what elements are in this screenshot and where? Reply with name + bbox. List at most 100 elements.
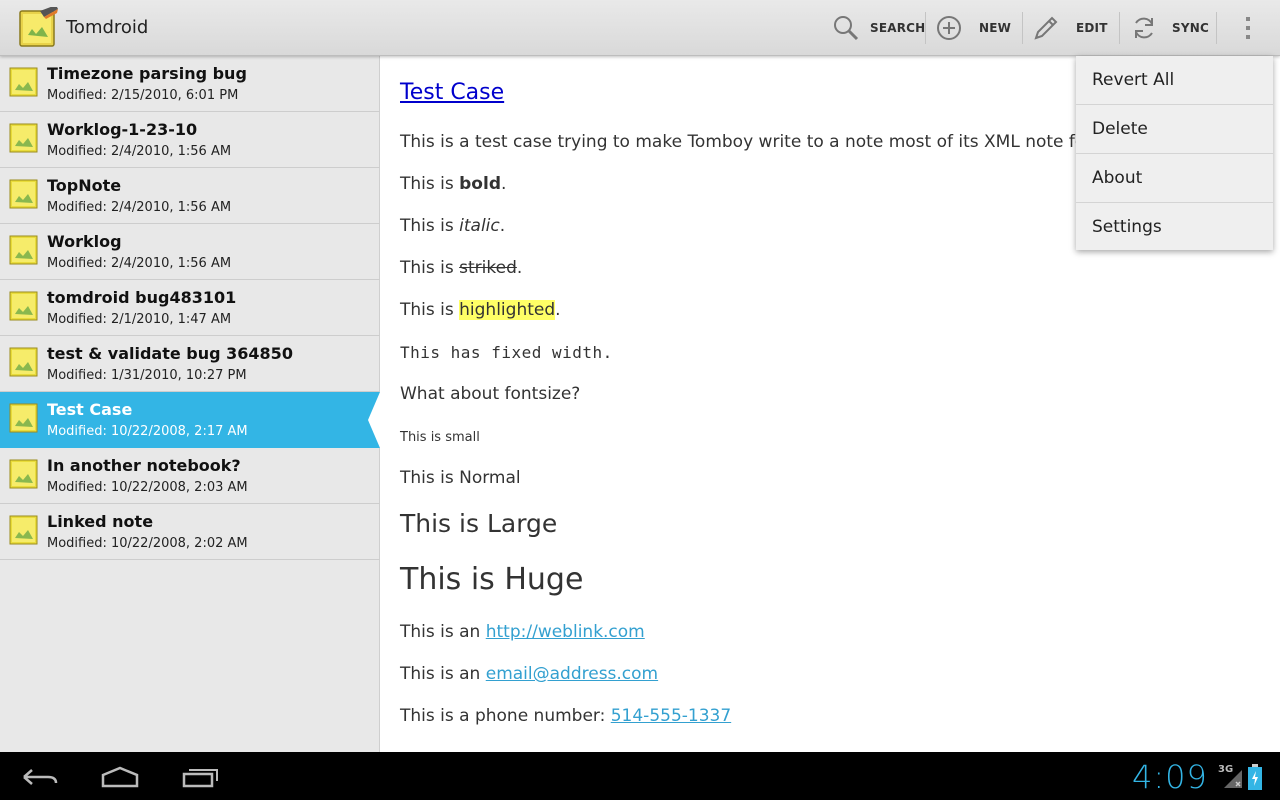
fontsize-question: What about fontsize?: [400, 384, 581, 404]
italic-line: This is italic.: [400, 216, 505, 236]
text: .: [555, 300, 561, 320]
overflow-menu-button[interactable]: [1236, 0, 1260, 56]
strike-line: This is striked.: [400, 258, 522, 278]
note-title: TopNote: [47, 176, 122, 195]
text: This is an: [400, 664, 486, 684]
new-button[interactable]: NEW: [936, 0, 1011, 56]
sync-icon: [1135, 17, 1153, 39]
note-title: Test Case: [47, 400, 133, 419]
strike-text: striked: [459, 258, 517, 278]
list-item[interactable]: Timezone parsing bug Modified: 2/15/2010…: [0, 56, 380, 112]
phone-line: This is a phone number: 514-555-1337: [400, 706, 731, 726]
search-icon: [834, 16, 859, 41]
weblink-line: This is an http://weblink.com: [400, 622, 645, 642]
list-item[interactable]: TopNote Modified: 2/4/2010, 1:56 AM: [0, 168, 380, 224]
home-icon[interactable]: [101, 766, 139, 788]
text: This is: [400, 258, 460, 278]
note-title: Timezone parsing bug: [47, 64, 247, 83]
note-icon: [9, 291, 38, 321]
overflow-dots-icon: [1246, 17, 1250, 39]
list-item[interactable]: tomdroid bug483101 Modified: 2/1/2010, 1…: [0, 280, 380, 336]
clock: 4:09: [1132, 758, 1208, 796]
text: This is an: [400, 622, 486, 642]
email-line: This is an email@address.com: [400, 664, 658, 684]
list-item[interactable]: Worklog-1-23-10 Modified: 2/4/2010, 1:56…: [0, 112, 380, 168]
note-modified: Modified: 10/22/2008, 2:17 AM: [47, 424, 248, 439]
add-icon: [937, 16, 961, 40]
normal-text: This is Normal: [400, 468, 521, 488]
note-title: tomdroid bug483101: [47, 288, 237, 307]
note-title: test & validate bug 364850: [47, 344, 293, 363]
note-modified: Modified: 10/22/2008, 2:02 AM: [47, 536, 248, 551]
list-item[interactable]: Linked note Modified: 10/22/2008, 2:02 A…: [0, 504, 380, 560]
large-text: This is Large: [400, 509, 558, 538]
phone-link[interactable]: 514-555-1337: [611, 706, 731, 726]
search-label: SEARCH: [870, 21, 926, 35]
signal-icon: [1224, 770, 1242, 788]
menu-item-delete[interactable]: Delete: [1076, 105, 1273, 154]
app-title: Tomdroid: [66, 17, 149, 38]
note-title: In another notebook?: [47, 456, 241, 475]
divider: [1216, 12, 1217, 44]
menu-item-revert-all[interactable]: Revert All: [1076, 56, 1273, 105]
note-icon: [9, 123, 38, 153]
selection-arrow: [368, 392, 380, 448]
back-icon[interactable]: [22, 766, 58, 788]
note-icon: [9, 459, 38, 489]
list-item[interactable]: Worklog Modified: 2/4/2010, 1:56 AM: [0, 224, 380, 280]
note-title: Worklog: [47, 232, 122, 251]
list-item-selected[interactable]: Test Case Modified: 10/22/2008, 2:17 AM: [0, 392, 380, 448]
fixed-width-line: This has fixed width.: [400, 343, 613, 362]
battery-charging-icon: [1248, 764, 1262, 790]
note-title: Worklog-1-23-10: [47, 120, 198, 139]
note-title: Linked note: [47, 512, 154, 531]
note-modified: Modified: 2/4/2010, 1:56 AM: [47, 144, 232, 159]
small-text: This is small: [400, 430, 480, 445]
pencil-icon: [1034, 16, 1058, 40]
text: This is: [400, 300, 460, 320]
list-item[interactable]: test & validate bug 364850 Modified: 1/3…: [0, 336, 380, 392]
note-intro: This is a test case trying to make Tombo…: [400, 132, 1126, 152]
note-icon: [9, 179, 38, 209]
note-icon: [9, 347, 38, 377]
highlight-line: This is highlighted.: [400, 300, 561, 320]
highlight-text: highlighted: [459, 300, 556, 320]
web-link[interactable]: http://weblink.com: [486, 622, 645, 642]
app-notepad-icon[interactable]: [18, 7, 58, 49]
note-modified: Modified: 2/4/2010, 1:56 AM: [47, 256, 232, 271]
note-modified: Modified: 2/4/2010, 1:56 AM: [47, 200, 232, 215]
note-modified: Modified: 2/1/2010, 1:47 AM: [47, 312, 232, 327]
note-list: Timezone parsing bug Modified: 2/15/2010…: [0, 56, 380, 752]
note-modified: Modified: 1/31/2010, 10:27 PM: [47, 368, 247, 383]
menu-item-settings[interactable]: Settings: [1076, 203, 1273, 252]
sync-label: SYNC: [1172, 21, 1209, 35]
system-nav-bar: 4:09 3G: [0, 752, 1280, 800]
note-modified: Modified: 2/15/2010, 6:01 PM: [47, 88, 239, 103]
divider: [925, 12, 926, 44]
new-label: NEW: [979, 21, 1012, 35]
note-modified: Modified: 10/22/2008, 2:03 AM: [47, 480, 248, 495]
edit-button[interactable]: EDIT: [1032, 0, 1108, 56]
text: .: [516, 258, 523, 278]
menu-item-about[interactable]: About: [1076, 154, 1273, 203]
text: This is a phone number:: [400, 706, 611, 726]
search-button[interactable]: SEARCH: [832, 0, 925, 56]
sync-button[interactable]: SYNC: [1130, 0, 1209, 56]
note-icon: [9, 235, 38, 265]
note-icon: [9, 403, 38, 433]
action-bar: Tomdroid SEARCH NEW EDIT SYNC: [0, 0, 1280, 56]
note-title-link[interactable]: Test Case: [400, 80, 504, 105]
recent-apps-icon[interactable]: [182, 766, 220, 788]
huge-text: This is Huge: [400, 562, 584, 597]
bold-line: This is bold.: [400, 174, 506, 194]
edit-label: EDIT: [1076, 21, 1108, 35]
note-icon: [9, 515, 38, 545]
text: .: [499, 216, 506, 236]
italic-text: italic: [459, 216, 500, 236]
divider: [1119, 12, 1120, 44]
email-link[interactable]: email@address.com: [486, 664, 658, 684]
overflow-menu: Revert All Delete About Settings: [1076, 56, 1273, 250]
list-item[interactable]: In another notebook? Modified: 10/22/200…: [0, 448, 380, 504]
text: This is: [400, 174, 460, 194]
note-icon: [9, 67, 38, 97]
